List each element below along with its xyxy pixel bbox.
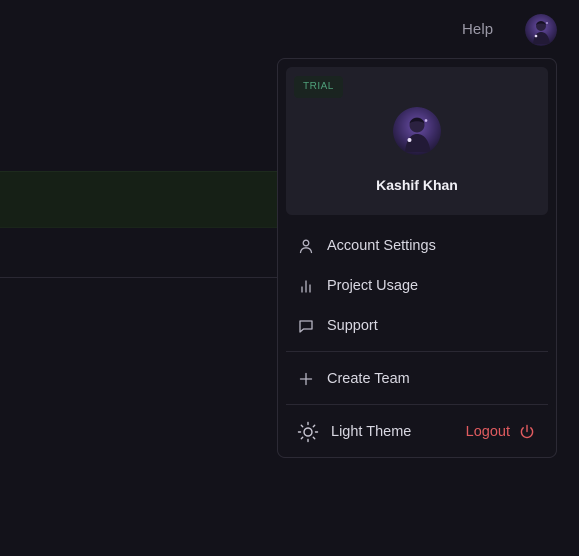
- user-icon: [297, 237, 315, 255]
- plus-icon: [297, 370, 315, 388]
- user-avatar-button[interactable]: [525, 14, 557, 46]
- power-icon: [518, 423, 536, 441]
- menu-item-label: Support: [327, 318, 378, 334]
- light-theme-toggle[interactable]: Light Theme: [286, 414, 436, 450]
- menu-item-account-settings[interactable]: Account Settings: [286, 228, 548, 264]
- avatar: [393, 107, 441, 155]
- user-avatar-icon: [393, 107, 441, 155]
- background-divider: [0, 277, 278, 278]
- logout-label: Logout: [465, 424, 510, 440]
- profile-card: TRIAL Kashif Khan: [286, 67, 548, 215]
- background-banner: [0, 171, 278, 228]
- menu-item-support[interactable]: Support: [286, 308, 548, 344]
- profile-name: Kashif Khan: [376, 177, 458, 193]
- menu-item-label: Account Settings: [327, 238, 436, 254]
- menu-divider: [286, 404, 548, 405]
- menu-item-label: Create Team: [327, 371, 410, 387]
- account-dropdown-menu: TRIAL Kashif Khan Account Settings Proje…: [277, 58, 557, 458]
- menu-divider: [286, 351, 548, 352]
- menu-item-create-team[interactable]: Create Team: [286, 361, 548, 397]
- help-link[interactable]: Help: [462, 21, 493, 38]
- bar-chart-icon: [297, 277, 315, 295]
- theme-label: Light Theme: [331, 424, 412, 440]
- message-square-icon: [297, 317, 315, 335]
- logout-button[interactable]: Logout: [466, 414, 548, 450]
- sun-icon: [297, 421, 319, 443]
- user-avatar-icon: [525, 14, 557, 46]
- menu-item-project-usage[interactable]: Project Usage: [286, 268, 548, 304]
- trial-badge: TRIAL: [294, 76, 343, 98]
- menu-item-label: Project Usage: [327, 278, 419, 294]
